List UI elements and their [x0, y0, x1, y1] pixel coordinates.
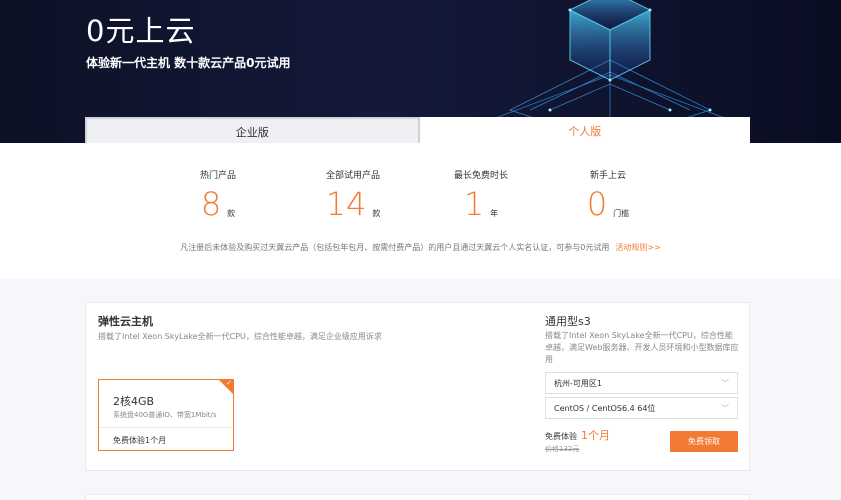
stat-value: 0 [586, 185, 608, 223]
product-description: 搭载了Intel Xeon SkyLake全新一代CPU，综合性能卓越，满足企业… [98, 332, 382, 341]
edition-tabs: 企业版 个人版 [85, 117, 750, 145]
tab-personal[interactable]: 个人版 [419, 117, 750, 145]
os-select-value: CentOS / CentOS6.4 64位 [554, 403, 656, 413]
stat-newbie-threshold: 新手上云 0 门槛 [548, 168, 668, 223]
stat-unit: 年 [490, 209, 499, 218]
check-icon: ✓ [226, 379, 232, 387]
os-select[interactable]: CentOS / CentOS6.4 64位 ﹀ [545, 397, 738, 419]
stat-unit: 款 [227, 209, 236, 218]
stat-all-products: 全部试用产品 14 款 [293, 168, 413, 223]
eligibility-notice: 凡注册后未体验及购买过天翼云产品（包括包年包月、按需付费产品）的用户且通过天翼云… [0, 242, 841, 253]
divider [99, 427, 233, 428]
trial-value: 1个月 [581, 429, 610, 442]
spec-name: 2核4GB [113, 395, 155, 408]
region-select-value: 杭州-可用区1 [554, 378, 602, 388]
spec-option-selected[interactable]: ✓ 2核4GB 系统盘40G普通IO、带宽1Mbit/s 免费体验1个月 [98, 379, 234, 451]
stat-label: 热门产品 [199, 171, 236, 181]
stat-unit: 门槛 [613, 209, 630, 218]
region-select[interactable]: 杭州-可用区1 ﹀ [545, 372, 738, 394]
stat-label: 最长免费时长 [453, 171, 508, 181]
chevron-down-icon: ﹀ [721, 404, 729, 413]
banner-subtitle: 体验新一代主机 数十款云产品0元试用 [86, 56, 291, 70]
claim-free-button[interactable]: 免费领取 [670, 431, 738, 452]
banner-title: 0元上云 [86, 14, 196, 48]
stat-max-free-duration: 最长免费时长 1 年 [421, 168, 541, 223]
stat-value: 1 [463, 185, 485, 223]
spec-trial: 免费体验1个月 [113, 436, 167, 445]
instance-type-description: 搭载了Intel Xeon SkyLake全新一代CPU，综合性能卓越，满足We… [545, 331, 739, 364]
stats-panel: 热门产品 8 款 全部试用产品 14 款 最长免费时长 1 年 新手上云 0 门… [0, 143, 841, 279]
product-card-ecs: 弹性云主机 搭载了Intel Xeon SkyLake全新一代CPU，综合性能卓… [85, 302, 750, 471]
trial-info: 免费体验 1个月 [545, 427, 610, 443]
activity-rules-link[interactable]: 活动规则>> [615, 243, 660, 252]
chevron-down-icon: ﹀ [721, 379, 729, 388]
stat-unit: 款 [372, 209, 381, 218]
tab-enterprise[interactable]: 企业版 [85, 117, 420, 145]
stat-label: 新手上云 [589, 171, 626, 181]
original-price: 价格132元 [545, 445, 580, 453]
stat-label: 全部试用产品 [325, 171, 380, 181]
trial-label: 免费体验 [545, 432, 577, 441]
stat-hot-products: 热门产品 8 款 [158, 168, 278, 223]
instance-type-title: 通用型s3 [545, 315, 591, 328]
next-product-card [85, 494, 750, 500]
stat-value: 8 [200, 185, 222, 223]
spec-detail: 系统盘40G普通IO、带宽1Mbit/s [113, 411, 217, 419]
stat-value: 14 [325, 185, 367, 223]
product-title: 弹性云主机 [98, 315, 153, 328]
notice-text: 凡注册后未体验及购买过天翼云产品（包括包年包月、按需付费产品）的用户且通过天翼云… [180, 243, 610, 252]
product-config: 通用型s3 搭载了Intel Xeon SkyLake全新一代CPU，综合性能卓… [545, 303, 745, 472]
